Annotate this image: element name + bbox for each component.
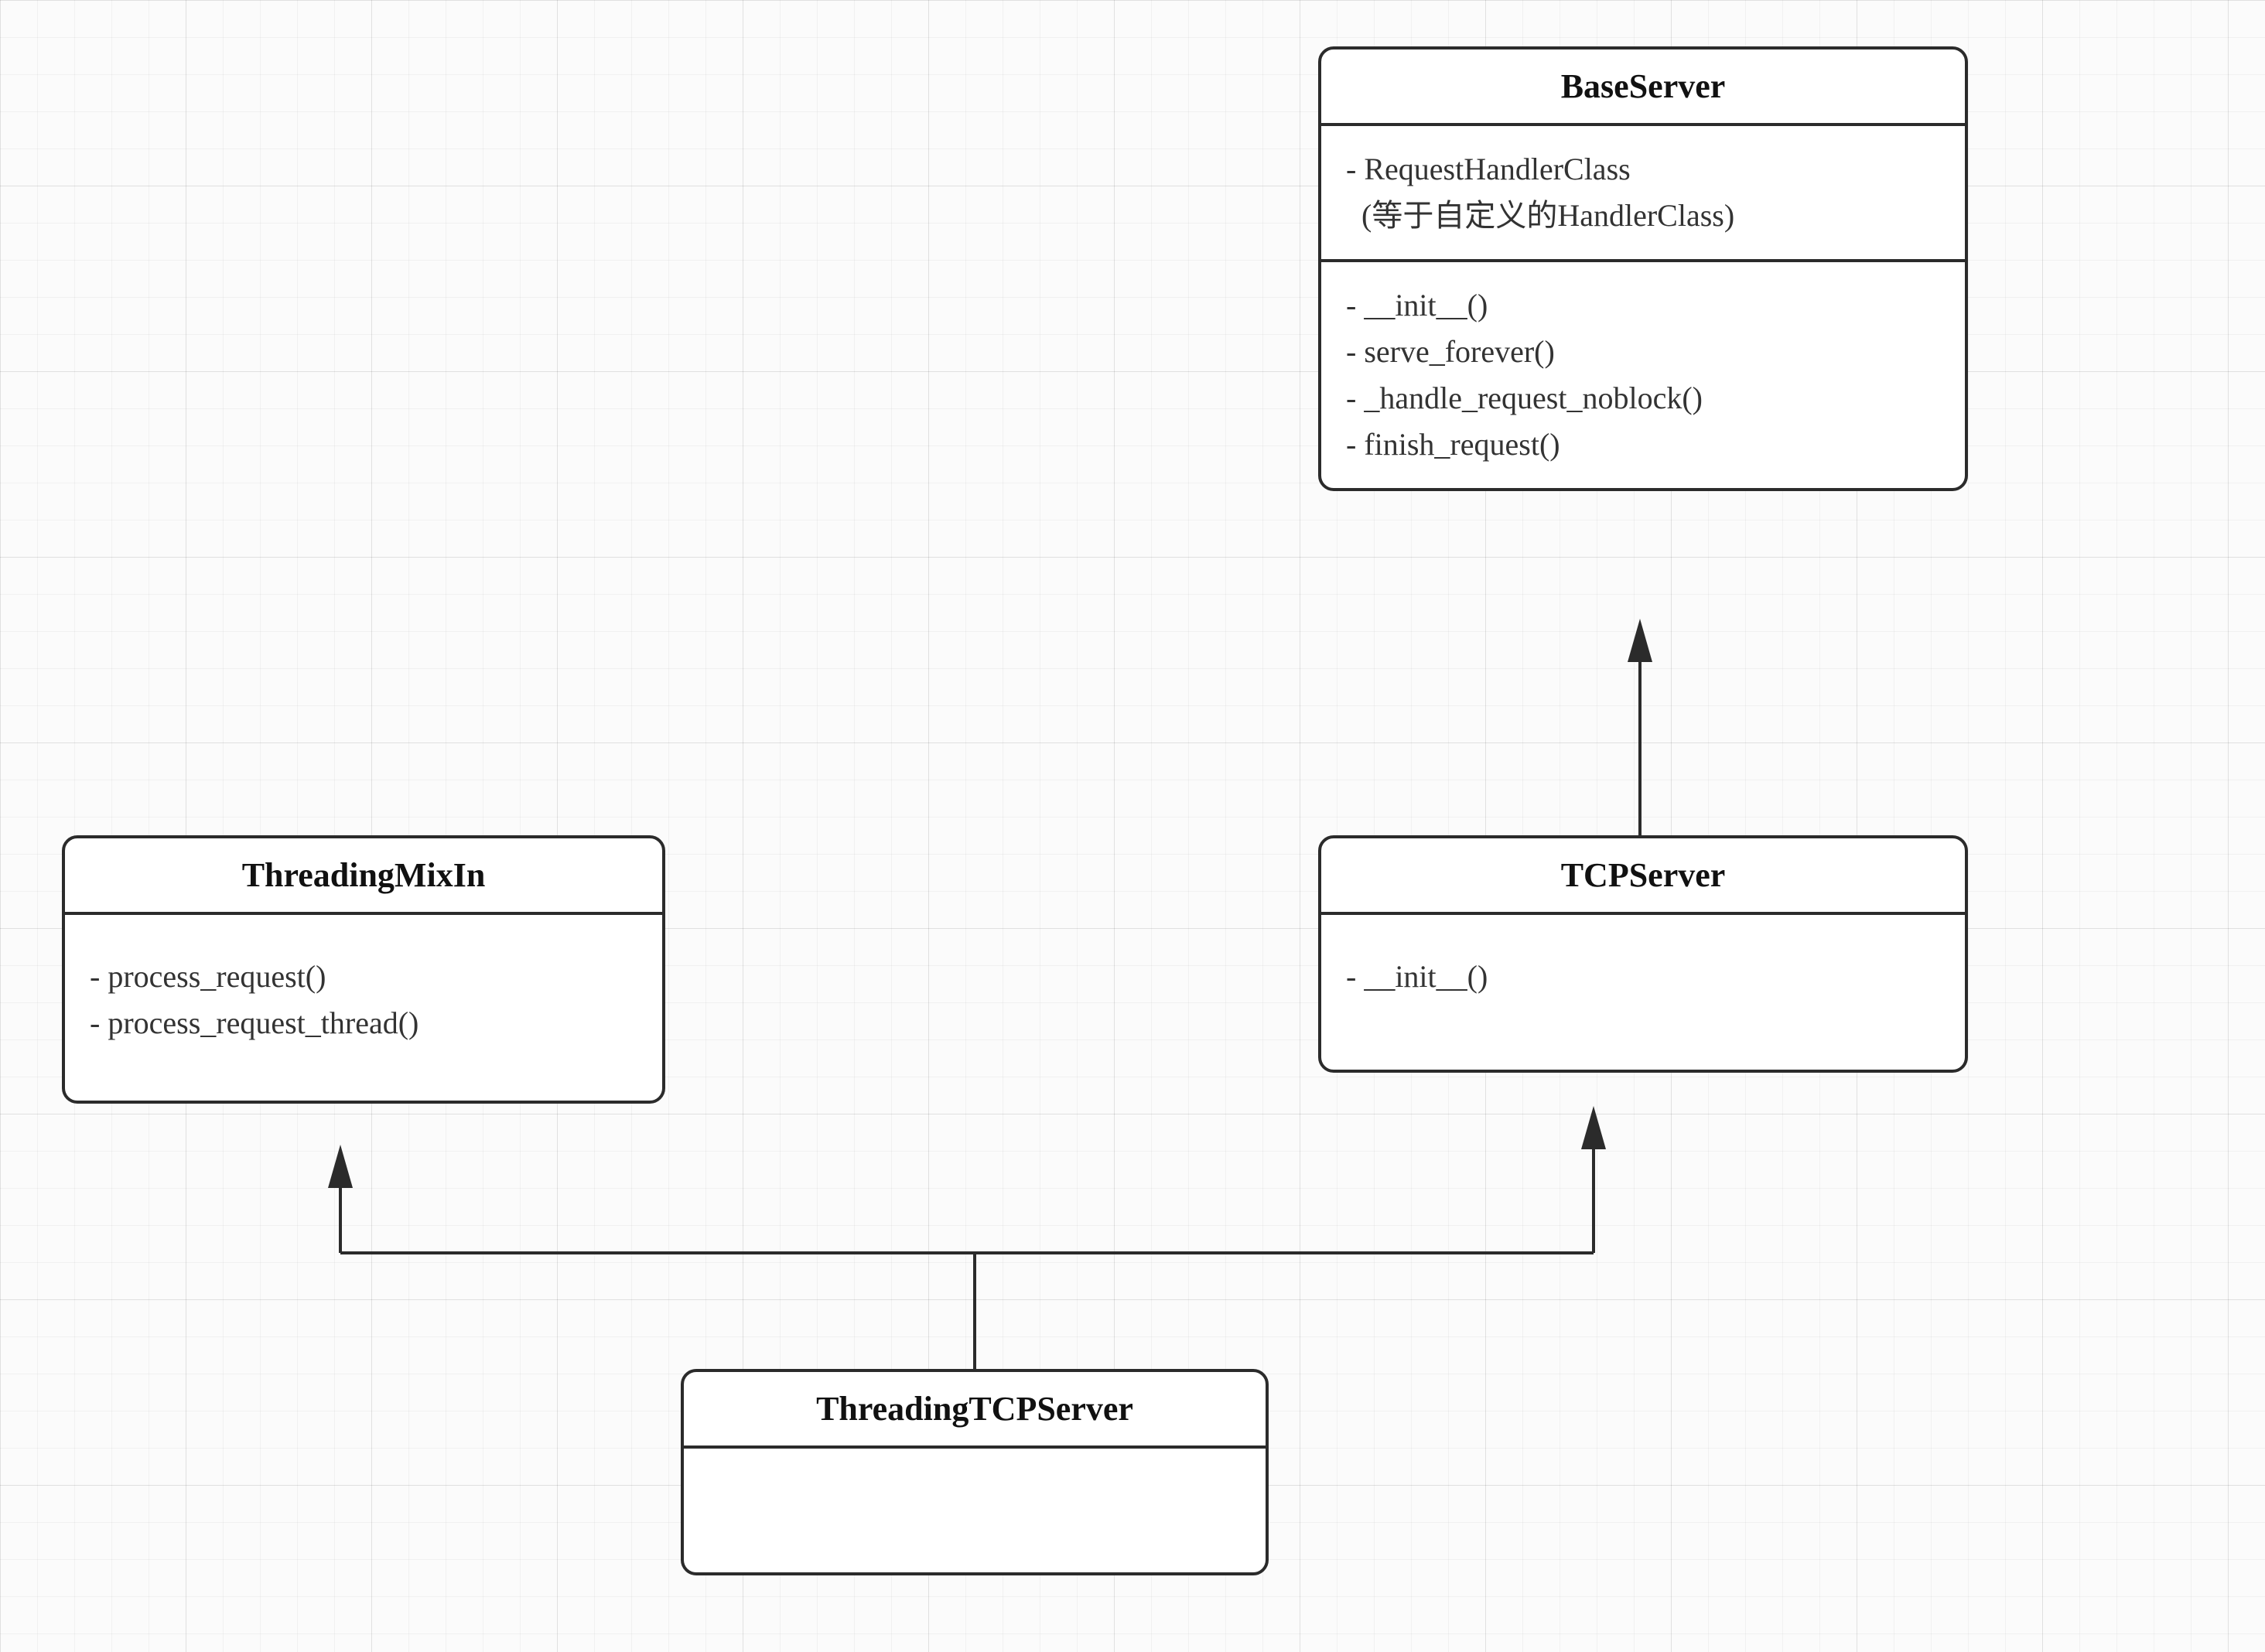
class-method: - __init__(): [1346, 954, 1940, 1000]
class-method: - finish_request(): [1346, 422, 1940, 468]
class-methods: - process_request() - process_request_th…: [65, 915, 662, 1101]
class-methods: - __init__(): [1321, 915, 1965, 1070]
class-attribute: - RequestHandlerClass: [1346, 146, 1940, 193]
class-title: TCPServer: [1321, 838, 1965, 915]
class-title: ThreadingTCPServer: [684, 1372, 1266, 1449]
class-body-empty: [684, 1449, 1266, 1572]
class-tcpserver: TCPServer - __init__(): [1318, 835, 1968, 1073]
class-title: BaseServer: [1321, 49, 1965, 126]
class-method: - serve_forever(): [1346, 329, 1940, 375]
class-attributes: - RequestHandlerClass (等于自定义的HandlerClas…: [1321, 126, 1965, 262]
class-baseserver: BaseServer - RequestHandlerClass (等于自定义的…: [1318, 46, 1968, 491]
diagram-canvas: BaseServer - RequestHandlerClass (等于自定义的…: [0, 0, 2265, 1652]
class-method: - process_request_thread(): [90, 1000, 637, 1046]
class-method: - _handle_request_noblock(): [1346, 375, 1940, 422]
class-threadingtcpserver: ThreadingTCPServer: [681, 1369, 1269, 1575]
class-attribute: (等于自定义的HandlerClass): [1346, 193, 1940, 239]
class-methods: - __init__() - serve_forever() - _handle…: [1321, 262, 1965, 488]
class-method: - __init__(): [1346, 282, 1940, 329]
class-threadingmixin: ThreadingMixIn - process_request() - pro…: [62, 835, 665, 1104]
class-title: ThreadingMixIn: [65, 838, 662, 915]
class-method: - process_request(): [90, 954, 637, 1000]
